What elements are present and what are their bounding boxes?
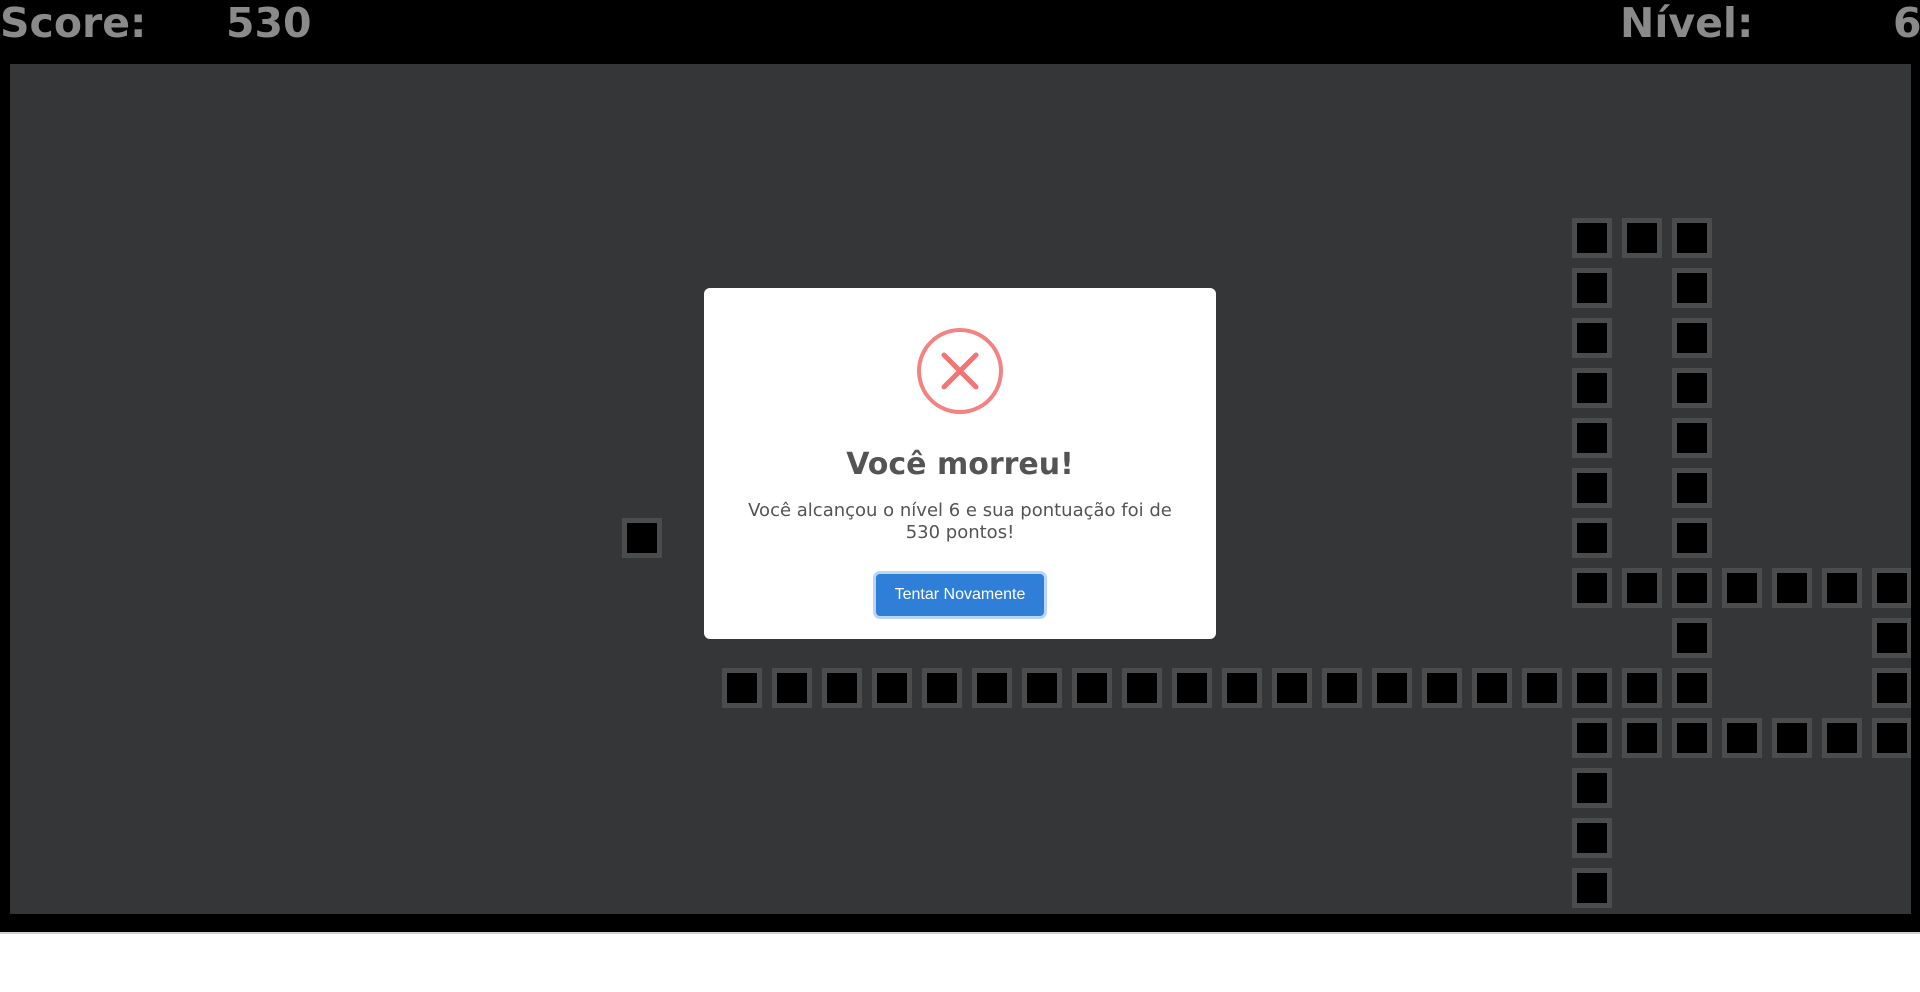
dialog-message: Você alcançou o nível 6 e sua pontuação … bbox=[748, 500, 1172, 543]
divider bbox=[0, 932, 1920, 934]
modal-overlay: Você morreu! Você alcançou o nível 6 e s… bbox=[0, 0, 1920, 932]
try-again-button[interactable]: Tentar Novamente bbox=[876, 574, 1044, 616]
app-root: Score: 530 Nível: 6 Você morreu! Você al… bbox=[0, 0, 1920, 992]
dialog-title: Você morreu! bbox=[846, 447, 1074, 482]
game-over-dialog: Você morreu! Você alcançou o nível 6 e s… bbox=[704, 288, 1216, 639]
error-x-icon bbox=[917, 328, 1003, 414]
